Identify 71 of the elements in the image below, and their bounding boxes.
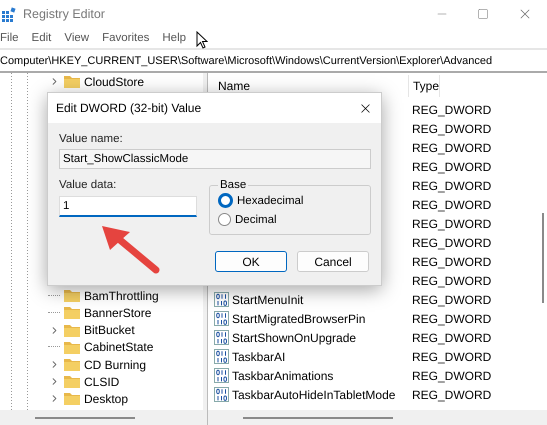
value-type: REG_DWORD	[411, 368, 492, 382]
value-name[interactable]: TaskbarAI	[232, 350, 286, 364]
radio-label[interactable]: Decimal	[235, 214, 277, 226]
horizontal-scrollbar[interactable]	[208, 410, 547, 425]
maximize-icon[interactable]	[477, 8, 489, 20]
dialog-button[interactable]: OK	[215, 251, 287, 272]
radio-button[interactable]	[218, 213, 231, 226]
address-bar[interactable]: Computer\HKEY_CURRENT_USER\Software\Microsoft\Windows\CurrentVersion\Explorer\Advanced	[0, 48, 547, 73]
horizontal-scrollbar[interactable]	[0, 410, 203, 425]
vertical-scrollbar[interactable]	[542, 213, 544, 303]
binary-value-icon	[214, 349, 230, 364]
value-type: REG_DWORD	[411, 254, 492, 268]
value-type: REG_DWORD	[411, 160, 492, 174]
binary-value-icon	[214, 292, 230, 307]
tree-item[interactable]: BamThrottling	[84, 288, 159, 303]
value-type: REG_DWORD	[411, 178, 492, 192]
mouse-pointer-icon	[196, 31, 208, 49]
tree-item[interactable]: BitBucket	[84, 323, 135, 338]
folder-icon	[64, 324, 80, 337]
value-type: REG_DWORD	[411, 350, 492, 364]
dialog-button[interactable]: Cancel	[297, 251, 369, 272]
binary-value-icon	[214, 368, 230, 383]
value-name-field: Start_ShowClassicMode	[59, 149, 371, 169]
menu-item[interactable]: View	[64, 32, 90, 44]
radio-label[interactable]: Hexadecimal	[237, 194, 304, 206]
arrow-drawing	[100, 224, 162, 276]
value-type: REG_DWORD	[411, 388, 492, 402]
value-name[interactable]: StartMigratedBrowserPin	[232, 312, 366, 326]
value-type: REG_DWORD	[411, 236, 492, 250]
value-type: REG_DWORD	[411, 292, 492, 306]
value-type: REG_DWORD	[411, 122, 492, 136]
value-name[interactable]: TaskbarAutoHideInTabletMode	[232, 388, 396, 402]
tree-item[interactable]: CLSID	[84, 374, 120, 389]
tree-item[interactable]: CloudStore	[84, 74, 144, 89]
value-type: REG_DWORD	[411, 102, 492, 116]
binary-value-icon	[214, 330, 230, 345]
binary-value-icon	[214, 387, 230, 402]
value-type: REG_DWORD	[411, 274, 492, 288]
value-name[interactable]: TaskbarAnimations	[232, 368, 334, 382]
value-type: REG_DWORD	[411, 198, 492, 212]
binary-value-icon	[214, 311, 230, 326]
field-label: Value data:	[59, 179, 118, 191]
value-type: REG_DWORD	[411, 216, 492, 230]
menu-item[interactable]: Favorites	[102, 32, 150, 44]
value-type: REG_DWORD	[411, 140, 492, 154]
folder-icon	[64, 375, 80, 388]
tree-item[interactable]: CD Burning	[84, 358, 146, 372]
menu-item[interactable]: Edit	[32, 32, 52, 44]
value-name[interactable]: StartMenuInit	[232, 292, 304, 306]
group-label: Base	[219, 179, 248, 191]
radio-button[interactable]	[218, 193, 233, 208]
value-data-field[interactable]: 1	[59, 196, 197, 217]
folder-icon	[64, 358, 80, 372]
app-icon	[2, 6, 17, 22]
folder-icon	[64, 306, 80, 320]
menu-item[interactable]: File	[0, 32, 19, 44]
value-type: REG_DWORD	[411, 312, 492, 326]
dialog-title: Edit DWORD (32-bit) Value	[56, 101, 202, 115]
value-type: REG_DWORD	[411, 330, 492, 344]
tree-item[interactable]: Desktop	[84, 392, 128, 406]
tree-item[interactable]: BannerStore	[84, 306, 152, 320]
folder-icon	[64, 392, 80, 406]
tree-item[interactable]: CabinetState	[84, 340, 154, 354]
field-label: Value name:	[59, 133, 124, 145]
folder-icon	[64, 289, 80, 302]
value-name[interactable]: StartShownOnUpgrade	[232, 330, 356, 344]
column-header[interactable]: Type	[409, 74, 440, 96]
menu-item[interactable]: Help	[162, 32, 186, 44]
window-title: Registry Editor	[23, 7, 105, 21]
folder-icon	[64, 340, 80, 354]
folder-icon	[64, 75, 80, 88]
